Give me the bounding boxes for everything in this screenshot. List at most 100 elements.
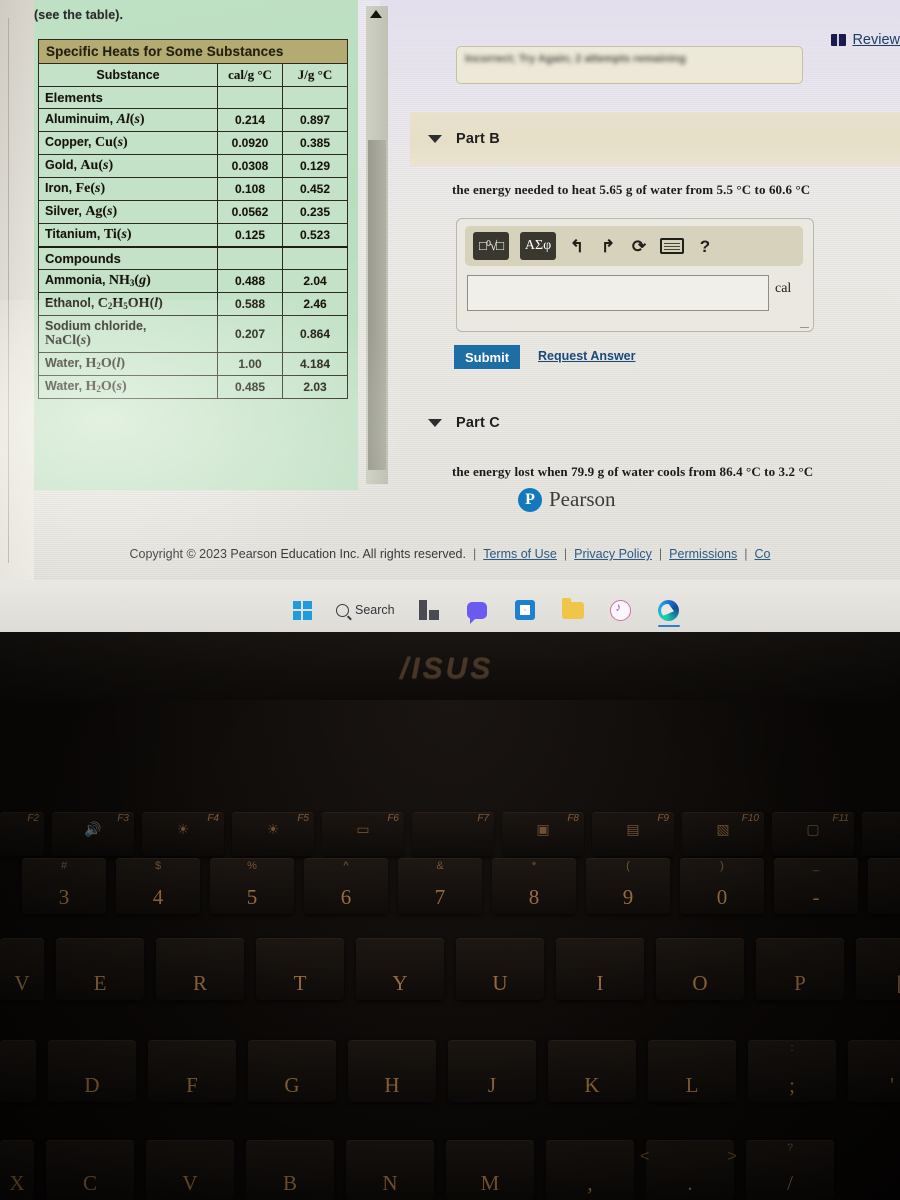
key-5-label: 5 <box>246 885 258 909</box>
vertical-scrollbar-thumb[interactable] <box>368 140 386 470</box>
key-d[interactable]: D <box>48 1040 136 1102</box>
key-e[interactable]: E <box>56 938 144 1000</box>
active-app-indicator <box>657 624 680 627</box>
privacy-policy-link[interactable]: Privacy Policy <box>574 547 652 561</box>
key-v[interactable]: V <box>146 1140 234 1200</box>
less-than-icon: < <box>640 1148 650 1165</box>
key-f3-label: F3 <box>117 813 129 824</box>
key-w[interactable]: V <box>0 938 44 1000</box>
edge-button[interactable] <box>645 588 693 632</box>
key-7[interactable]: & 7 <box>398 858 482 914</box>
key-f3[interactable]: 🔊 F3 <box>52 812 134 856</box>
key-minus[interactable]: _ - <box>774 858 858 914</box>
file-explorer-button[interactable] <box>549 588 597 632</box>
key-r[interactable]: R <box>156 938 244 1000</box>
row-cal <box>217 246 283 270</box>
key-7-shift: & <box>436 860 444 872</box>
part-c-header[interactable]: Part C <box>410 410 900 436</box>
resize-handle[interactable] <box>800 327 809 328</box>
key-f[interactable]: F <box>148 1040 236 1102</box>
chevron-down-icon[interactable] <box>428 135 442 143</box>
key-9[interactable]: (9 <box>586 858 670 914</box>
contact-link[interactable]: Co <box>755 547 771 561</box>
display-icon: ▭ <box>356 821 370 837</box>
key-i[interactable]: I <box>556 938 644 1000</box>
key-3[interactable]: #3 <box>22 858 106 914</box>
key-s[interactable] <box>0 1040 36 1102</box>
key-minus-shift: _ <box>812 860 820 872</box>
math-template-button[interactable]: □⁰√□ <box>473 232 509 260</box>
key-8[interactable]: * 8 <box>492 858 576 914</box>
key-u[interactable]: U <box>456 938 544 1000</box>
key-f2[interactable]: F2 <box>0 812 44 856</box>
key-semicolon-shift: : <box>790 1042 794 1054</box>
reset-icon[interactable]: ⟳ <box>629 238 649 255</box>
help-icon[interactable]: ? <box>695 238 715 255</box>
key-p[interactable]: P <box>756 938 844 1000</box>
key-f-label: F <box>186 1073 198 1097</box>
chevron-down-icon[interactable] <box>428 419 442 427</box>
keyboard-number-row: #3 $4 %5 ^6 &7 *8 (9 )0 _- += <box>0 858 900 918</box>
search-box[interactable]: Search <box>326 588 405 632</box>
terms-of-use-link[interactable]: Terms of Use <box>483 547 557 561</box>
review-link[interactable]: Review <box>831 32 900 48</box>
key-4[interactable]: $4 <box>116 858 200 914</box>
key-semicolon[interactable]: :; <box>748 1040 836 1102</box>
key-f12[interactable]: ⫽F12 <box>862 812 900 856</box>
scroll-up-arrow-icon[interactable] <box>370 10 382 18</box>
key-m[interactable]: M <box>446 1140 534 1200</box>
key-n[interactable]: N <box>346 1140 434 1200</box>
key-quote[interactable]: ' <box>848 1040 900 1102</box>
row-j: 4.184 <box>282 352 348 376</box>
key-l[interactable]: L <box>648 1040 736 1102</box>
key-f6[interactable]: ▭ F6 <box>322 812 404 856</box>
key-f8[interactable]: ▣ F8 <box>502 812 584 856</box>
key-equals[interactable]: += <box>868 858 900 914</box>
greek-symbols-button[interactable]: ΑΣφ <box>520 232 556 260</box>
row-j <box>282 246 348 270</box>
key-f5[interactable]: ☀ F5 <box>232 812 314 856</box>
microsoft-store-button[interactable] <box>501 588 549 632</box>
widgets-button[interactable] <box>405 588 453 632</box>
submit-button[interactable]: Submit <box>454 345 520 369</box>
key-k[interactable]: K <box>548 1040 636 1102</box>
table-header-row: Substance cal/g °C J/g °C <box>38 63 348 87</box>
key-j[interactable]: J <box>448 1040 536 1102</box>
undo-icon[interactable]: ↰ <box>567 238 587 255</box>
keyboard-icon[interactable] <box>660 238 684 254</box>
key-b[interactable]: B <box>246 1140 334 1200</box>
key-f11[interactable]: ▢ F11 <box>772 812 854 856</box>
media-player-button[interactable] <box>597 588 645 632</box>
key-y[interactable]: Y <box>356 938 444 1000</box>
key-x[interactable]: X <box>0 1140 34 1200</box>
row-cal: 0.588 <box>217 292 283 316</box>
key-6[interactable]: ^ 6 <box>304 858 388 914</box>
key-h[interactable]: H <box>348 1040 436 1102</box>
permissions-link[interactable]: Permissions <box>669 547 737 561</box>
key-u-label: U <box>492 971 508 995</box>
redo-icon[interactable]: ↱ <box>598 238 618 255</box>
key-t[interactable]: T <box>256 938 344 1000</box>
row-cal: 0.125 <box>217 223 283 248</box>
key-g[interactable]: G <box>248 1040 336 1102</box>
part-b-answer-input[interactable] <box>467 275 769 311</box>
chat-button[interactable] <box>453 588 501 632</box>
key-f7[interactable]: F7 <box>412 812 494 856</box>
key-f9-label: F9 <box>657 813 669 824</box>
key-f4[interactable]: ☀ F4 <box>142 812 224 856</box>
key-c[interactable]: C <box>46 1140 134 1200</box>
key-comma[interactable]: , <box>546 1140 634 1200</box>
part-b-header[interactable]: Part B <box>410 112 900 166</box>
key-5[interactable]: % 5 <box>210 858 294 914</box>
row-j: 0.385 <box>282 131 348 155</box>
key-f10[interactable]: ▧ F10 <box>682 812 764 856</box>
footer-separator: | <box>472 547 477 561</box>
key-o[interactable]: O <box>656 938 744 1000</box>
key-f9[interactable]: ▤ F9 <box>592 812 674 856</box>
key-0[interactable]: ) 0 <box>680 858 764 914</box>
key-8-shift: * <box>531 860 537 872</box>
key-bracket-left[interactable]: [ <box>856 938 900 1000</box>
request-answer-link[interactable]: Request Answer <box>538 349 635 363</box>
shift-symbol-marks: < > <box>640 1148 840 1166</box>
start-button[interactable] <box>278 588 326 632</box>
